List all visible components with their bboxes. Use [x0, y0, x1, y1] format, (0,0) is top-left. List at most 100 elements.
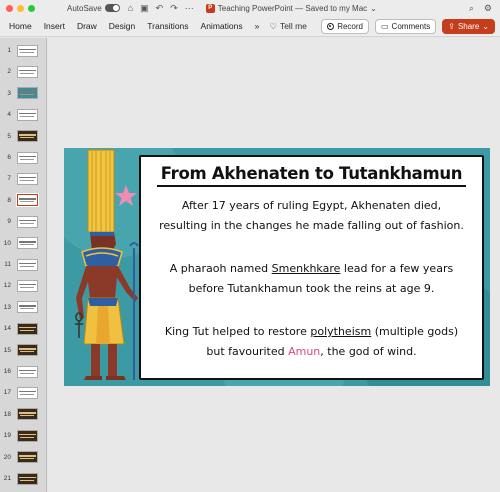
share-button[interactable]: ⇪ Share ⌄: [442, 18, 495, 34]
text-run: , the god of wind.: [320, 345, 417, 358]
slide-thumbnail-11[interactable]: 11: [0, 254, 47, 275]
slide-thumbnail-7[interactable]: 7: [0, 168, 47, 189]
slide-number: 4: [7, 111, 11, 119]
tab-insert[interactable]: Insert: [38, 21, 71, 31]
slide-thumbnail-21[interactable]: 21: [0, 468, 47, 489]
thumbnail-preview: [17, 344, 38, 357]
comments-button[interactable]: ▭ Comments: [374, 18, 437, 34]
slide-thumbnail-19[interactable]: 19: [0, 425, 47, 446]
thumbnail-line: [19, 369, 36, 371]
slide-thumbnail-12[interactable]: 12: [0, 275, 47, 296]
autosave-toggle[interactable]: [104, 4, 120, 12]
document-title[interactable]: P Teaching PowerPoint — Saved to my Mac …: [205, 3, 377, 13]
thumbnail-preview: [17, 172, 38, 185]
thumbnail-preview: [17, 65, 38, 78]
slide-thumbnail-6[interactable]: 6: [0, 147, 47, 168]
minimize-window-button[interactable]: [17, 4, 24, 12]
paragraph-2[interactable]: A pharaoh named Smenkhkare lead for a fe…: [141, 259, 482, 299]
thumbnail-preview: [17, 130, 38, 143]
slide-thumbnail-18[interactable]: 18: [0, 404, 47, 425]
slide-number: 15: [3, 346, 11, 354]
zoom-window-button[interactable]: [28, 4, 35, 12]
tab-animations[interactable]: Animations: [195, 21, 249, 31]
quick-access-toolbar: ⌂ ▣ ↶ ↷ ⋯: [128, 3, 194, 14]
tab-transitions[interactable]: Transitions: [141, 21, 194, 31]
redo-icon[interactable]: ↷: [170, 3, 178, 14]
slide-thumbnail-13[interactable]: 13: [0, 297, 47, 318]
thumbnail-line: [19, 69, 36, 72]
thumbnail-line: [20, 137, 34, 139]
thumbnail-line: [20, 179, 34, 181]
thumbnail-line: [19, 412, 36, 414]
thumbnail-preview: [17, 365, 38, 378]
slide-number: 19: [3, 432, 11, 440]
thumbnail-line: [20, 201, 34, 203]
paragraph-1-line-2: resulting in the changes he made falling…: [159, 219, 464, 232]
slide-thumbnail-15[interactable]: 15: [0, 340, 47, 361]
lightbulb-icon: ♡: [269, 20, 277, 31]
autosave-control[interactable]: AutoSave: [67, 4, 120, 13]
slide-thumbnail-16[interactable]: 16: [0, 361, 47, 382]
current-slide[interactable]: From Akhenaten to Tutankhamun After 17 y…: [64, 148, 490, 386]
thumbnail-preview: [17, 215, 38, 228]
chevron-down-icon: ⌄: [482, 21, 489, 31]
more-icon[interactable]: ⋯: [185, 3, 194, 14]
thumbnail-line: [19, 112, 36, 115]
autosave-label: AutoSave: [67, 3, 102, 13]
save-icon[interactable]: ▣: [140, 3, 149, 14]
slide-thumbnail-5[interactable]: 5: [0, 126, 47, 147]
slide-thumbnail-8[interactable]: 8: [0, 190, 47, 211]
text-run: lead for a few years: [340, 262, 454, 275]
tell-me-search[interactable]: ♡ Tell me: [269, 21, 307, 32]
polytheism-underlined: polytheism: [310, 325, 372, 338]
thumbnail-line: [20, 308, 34, 310]
record-button[interactable]: Record: [321, 18, 369, 34]
amun-highlight: Amun: [288, 345, 321, 358]
slide-thumbnail-10[interactable]: 10: [0, 233, 47, 254]
slide-thumbnail-3[interactable]: 3: [0, 83, 47, 104]
thumbnail-preview: [17, 87, 38, 100]
text-run: King Tut helped to restore: [164, 325, 311, 338]
slide-thumbnail-17[interactable]: 17: [0, 382, 47, 403]
thumbnail-preview: [16, 193, 39, 208]
document-title-text: Teaching PowerPoint — Saved to my Mac: [217, 3, 368, 13]
thumbnail-preview: [17, 386, 38, 399]
thumbnail-line: [19, 91, 36, 93]
settings-icon[interactable]: ⚙: [484, 3, 492, 14]
slide-thumbnail-panel: 1 2 3 4 5 6 7 8 9 10 11 12 13 14 15 16 17 18 19 20 21: [0, 38, 47, 492]
undo-icon[interactable]: ↶: [156, 3, 164, 14]
thumbnail-preview: [17, 429, 38, 442]
tab-draw[interactable]: Draw: [71, 21, 103, 31]
search-icon[interactable]: ⌕: [469, 3, 474, 14]
slide-thumbnail-9[interactable]: 9: [0, 211, 47, 232]
home-icon[interactable]: ⌂: [128, 3, 133, 14]
close-window-button[interactable]: [6, 4, 13, 12]
text-panel[interactable]: From Akhenaten to Tutankhamun After 17 y…: [139, 155, 484, 380]
pharaoh-crown: [87, 149, 115, 233]
slide-thumbnail-20[interactable]: 20: [0, 447, 47, 468]
slide-thumbnail-14[interactable]: 14: [0, 318, 47, 339]
thumbnail-line: [20, 244, 34, 246]
text-run: A pharaoh named: [169, 262, 272, 275]
slide-thumbnail-1[interactable]: 1: [0, 40, 47, 61]
paragraph-3[interactable]: King Tut helped to restore polytheism (m…: [141, 322, 482, 362]
thumbnail-preview: [17, 472, 38, 485]
slide-thumbnail-4[interactable]: 4: [0, 104, 47, 125]
title-bar: AutoSave ⌂ ▣ ↶ ↷ ⋯ P Teaching PowerPoint…: [0, 0, 500, 16]
slide-title[interactable]: From Akhenaten to Tutankhamun: [141, 164, 482, 183]
slide-number: 6: [7, 154, 11, 161]
slide-thumbnail-2[interactable]: 2: [0, 61, 47, 82]
comment-icon: ▭: [380, 21, 389, 31]
slide-number: 21: [3, 475, 11, 482]
slide-number: 14: [3, 325, 11, 333]
tab-home[interactable]: Home: [3, 21, 38, 31]
thumbnail-line: [19, 283, 36, 286]
thumbnail-line: [20, 158, 34, 160]
more-tabs-icon[interactable]: »: [249, 21, 266, 31]
paragraph-1[interactable]: After 17 years of ruling Egypt, Akhenate…: [141, 196, 482, 236]
thumbnail-line: [19, 241, 36, 243]
thumbnail-line: [20, 286, 34, 288]
chevron-down-icon: ⌄: [370, 3, 377, 13]
tab-design[interactable]: Design: [103, 21, 141, 31]
paragraph-3-line-1: King Tut helped to restore polytheism (m…: [141, 322, 482, 342]
